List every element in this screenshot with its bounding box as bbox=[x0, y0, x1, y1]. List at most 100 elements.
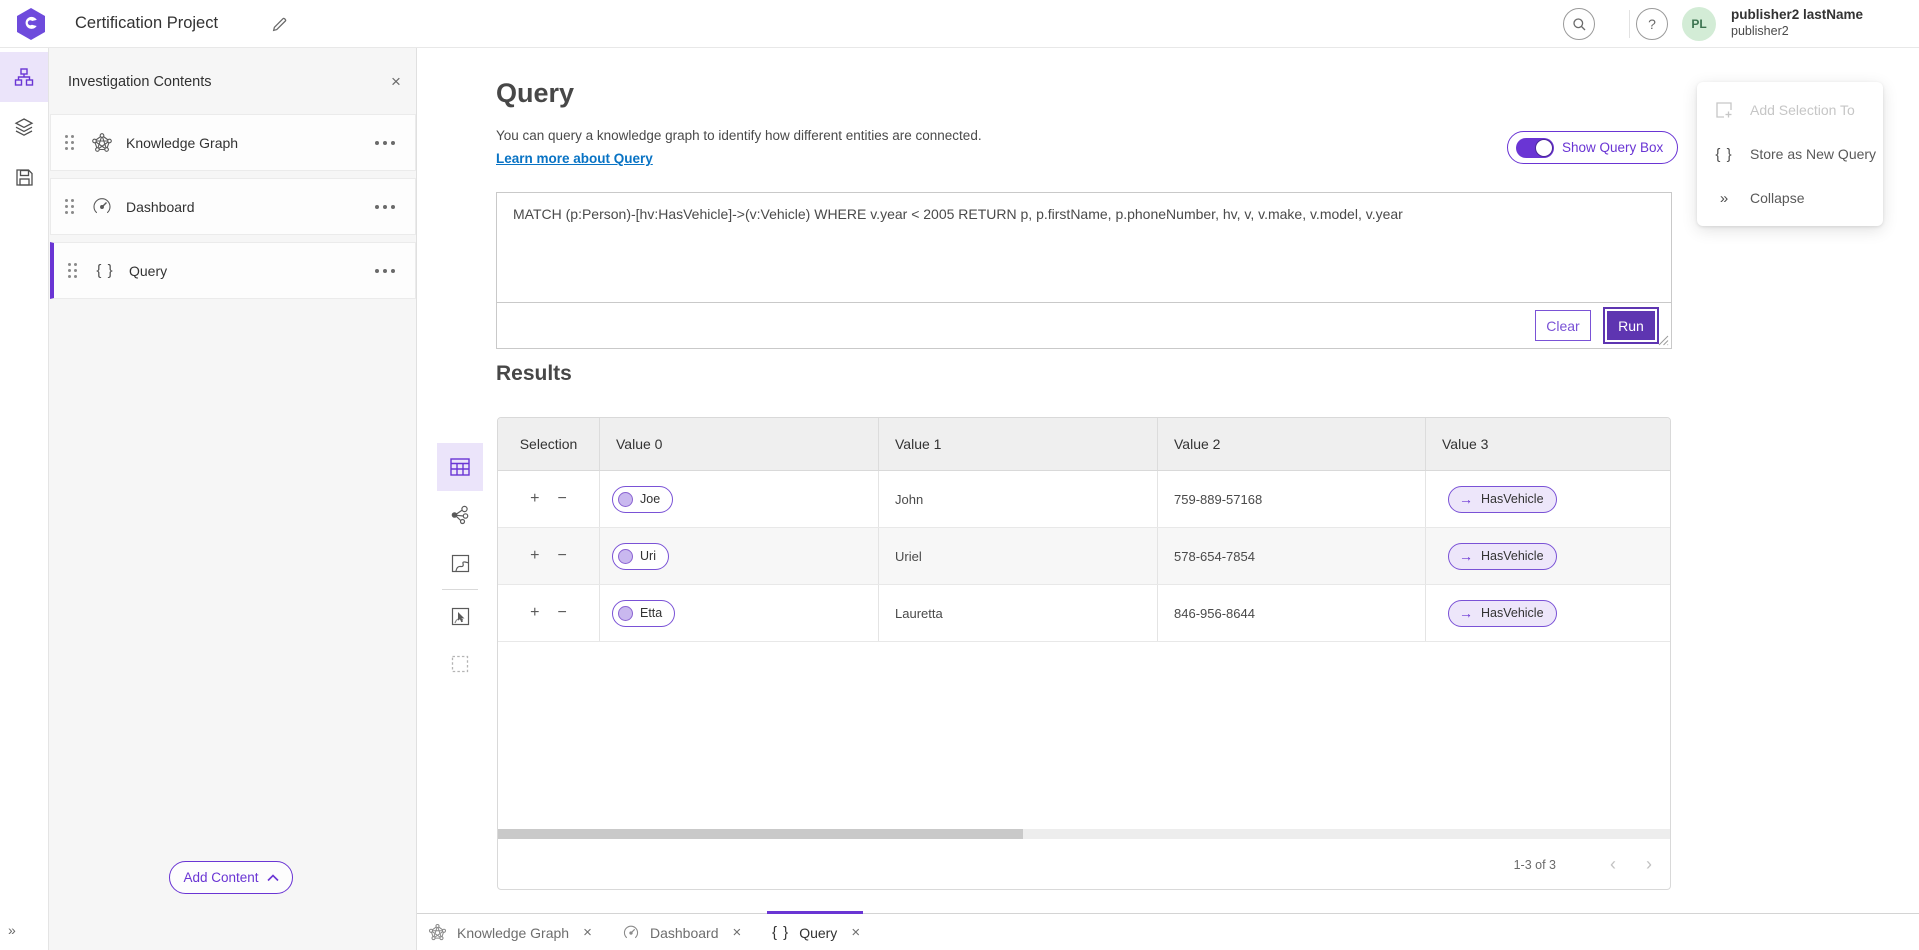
table-row: + − Joe John 759-889-57168 → HasVehicle bbox=[498, 471, 1670, 528]
question-icon: ? bbox=[1648, 16, 1656, 32]
project-title: Certification Project bbox=[75, 14, 218, 33]
arrow-right-icon: → bbox=[1459, 491, 1473, 507]
braces-icon: { } bbox=[93, 262, 117, 279]
close-panel-button[interactable]: × bbox=[386, 72, 406, 92]
add-to-selection-button[interactable]: + bbox=[530, 490, 539, 508]
relationship-chip[interactable]: → HasVehicle bbox=[1448, 543, 1557, 570]
dashboard-icon bbox=[622, 924, 640, 942]
selection-view-button bbox=[437, 640, 483, 688]
app-logo-icon bbox=[15, 7, 47, 41]
add-to-map-button[interactable] bbox=[437, 592, 483, 640]
sidebar-item-query[interactable]: { } Query bbox=[50, 242, 416, 299]
selection-square-icon bbox=[451, 655, 469, 673]
close-tab-button[interactable]: × bbox=[583, 924, 592, 941]
remove-from-selection-button[interactable]: − bbox=[558, 604, 567, 622]
pagination-range: 1-3 of 3 bbox=[1514, 858, 1556, 872]
menu-item-store-as-new-query[interactable]: { } Store as New Query bbox=[1697, 132, 1883, 176]
drag-handle[interactable] bbox=[68, 263, 77, 278]
relationship-chip[interactable]: → HasVehicle bbox=[1448, 600, 1557, 627]
item-menu-button[interactable] bbox=[375, 205, 395, 209]
next-page-button[interactable]: › bbox=[1634, 850, 1664, 880]
query-card: MATCH (p:Person)-[hv:HasVehicle]->(v:Veh… bbox=[496, 192, 1672, 349]
expand-panel-button[interactable]: » bbox=[8, 922, 15, 938]
tab-knowledge-graph[interactable]: Knowledge Graph × bbox=[428, 914, 592, 950]
search-button[interactable] bbox=[1563, 8, 1595, 40]
knowledge-graph-icon bbox=[90, 132, 114, 154]
show-query-box-toggle[interactable]: Show Query Box bbox=[1507, 131, 1678, 164]
relationship-chip[interactable]: → HasVehicle bbox=[1448, 486, 1557, 513]
add-content-button[interactable]: Add Content bbox=[169, 861, 293, 894]
resize-grip-icon[interactable] bbox=[1658, 335, 1669, 346]
sidebar-item-knowledge-graph[interactable]: Knowledge Graph bbox=[50, 114, 416, 171]
rail-layers-button[interactable] bbox=[0, 102, 48, 152]
column-header-value2[interactable]: Value 2 bbox=[1158, 418, 1426, 470]
scrollbar-thumb[interactable] bbox=[498, 829, 1023, 839]
left-rail: » bbox=[0, 48, 49, 950]
cell-first-name[interactable]: Uriel bbox=[879, 528, 1158, 584]
link-chart-view-button[interactable] bbox=[437, 491, 483, 539]
run-button[interactable]: Run bbox=[1607, 311, 1655, 340]
tab-query[interactable]: { } Query × bbox=[772, 914, 860, 950]
entity-chip[interactable]: Etta bbox=[612, 600, 675, 627]
remove-from-selection-button[interactable]: − bbox=[558, 547, 567, 565]
menu-item-collapse[interactable]: » Collapse bbox=[1697, 176, 1883, 220]
column-header-value1[interactable]: Value 1 bbox=[879, 418, 1158, 470]
add-to-selection-button[interactable]: + bbox=[530, 547, 539, 565]
item-menu-button[interactable] bbox=[375, 141, 395, 145]
table-header-row: Selection Value 0 Value 1 Value 2 Value … bbox=[498, 418, 1670, 471]
table-row: + − Uri Uriel 578-654-7854 → HasVehicle bbox=[498, 528, 1670, 585]
map-view-button[interactable] bbox=[437, 539, 483, 587]
help-button[interactable]: ? bbox=[1636, 8, 1668, 40]
user-name: publisher2 lastName bbox=[1731, 7, 1863, 24]
item-menu-button[interactable] bbox=[375, 269, 395, 273]
column-header-value3[interactable]: Value 3 bbox=[1426, 418, 1670, 470]
previous-page-button[interactable]: ‹ bbox=[1598, 850, 1628, 880]
cell-first-name[interactable]: John bbox=[879, 471, 1158, 527]
investigation-contents-panel: Investigation Contents × Knowledge Graph bbox=[49, 48, 417, 950]
sidebar-item-dashboard[interactable]: Dashboard bbox=[50, 178, 416, 235]
page-title: Query bbox=[496, 78, 574, 109]
toggle-switch[interactable] bbox=[1516, 138, 1554, 158]
entity-icon bbox=[618, 606, 633, 621]
header-divider bbox=[1629, 10, 1630, 38]
rail-save-button[interactable] bbox=[0, 152, 48, 202]
rail-investigation-contents-button[interactable] bbox=[0, 52, 48, 102]
table-icon bbox=[450, 458, 470, 476]
cell-phone[interactable]: 578-654-7854 bbox=[1158, 528, 1426, 584]
clear-button[interactable]: Clear bbox=[1535, 310, 1591, 341]
save-icon bbox=[15, 168, 34, 187]
cell-phone[interactable]: 759-889-57168 bbox=[1158, 471, 1426, 527]
column-header-value0[interactable]: Value 0 bbox=[600, 418, 879, 470]
entity-icon bbox=[618, 492, 633, 507]
entity-chip[interactable]: Joe bbox=[612, 486, 673, 513]
add-to-selection-button[interactable]: + bbox=[530, 604, 539, 622]
table-view-button[interactable] bbox=[437, 443, 483, 491]
drag-handle[interactable] bbox=[65, 199, 74, 214]
results-view-toolbar bbox=[437, 443, 483, 688]
tab-dashboard[interactable]: Dashboard × bbox=[622, 914, 741, 950]
results-table: Selection Value 0 Value 1 Value 2 Value … bbox=[497, 417, 1671, 890]
knowledge-graph-icon bbox=[428, 923, 447, 942]
user-avatar[interactable]: PL bbox=[1682, 7, 1716, 41]
horizontal-scrollbar[interactable] bbox=[498, 829, 1670, 839]
query-input[interactable]: MATCH (p:Person)-[hv:HasVehicle]->(v:Veh… bbox=[497, 193, 1671, 303]
braces-icon: { } bbox=[1714, 146, 1734, 163]
run-button-focus-ring: Run bbox=[1603, 307, 1659, 344]
toolbar-divider bbox=[442, 589, 478, 590]
user-menu[interactable]: publisher2 lastName publisher2 bbox=[1731, 7, 1863, 40]
learn-more-link[interactable]: Learn more about Query bbox=[496, 151, 653, 166]
entity-chip[interactable]: Uri bbox=[612, 543, 669, 570]
query-actions: Clear Run bbox=[497, 303, 1671, 348]
edit-title-button[interactable] bbox=[266, 11, 292, 37]
layers-icon bbox=[14, 117, 34, 137]
close-tab-button[interactable]: × bbox=[733, 924, 742, 941]
close-tab-button[interactable]: × bbox=[851, 924, 860, 941]
column-header-selection[interactable]: Selection bbox=[498, 418, 600, 470]
hierarchy-icon bbox=[14, 67, 34, 87]
drag-handle[interactable] bbox=[65, 135, 74, 150]
cell-phone[interactable]: 846-956-8644 bbox=[1158, 585, 1426, 641]
sidebar-item-label: Query bbox=[129, 263, 167, 279]
pencil-icon bbox=[271, 16, 288, 33]
remove-from-selection-button[interactable]: − bbox=[558, 490, 567, 508]
cell-first-name[interactable]: Lauretta bbox=[879, 585, 1158, 641]
